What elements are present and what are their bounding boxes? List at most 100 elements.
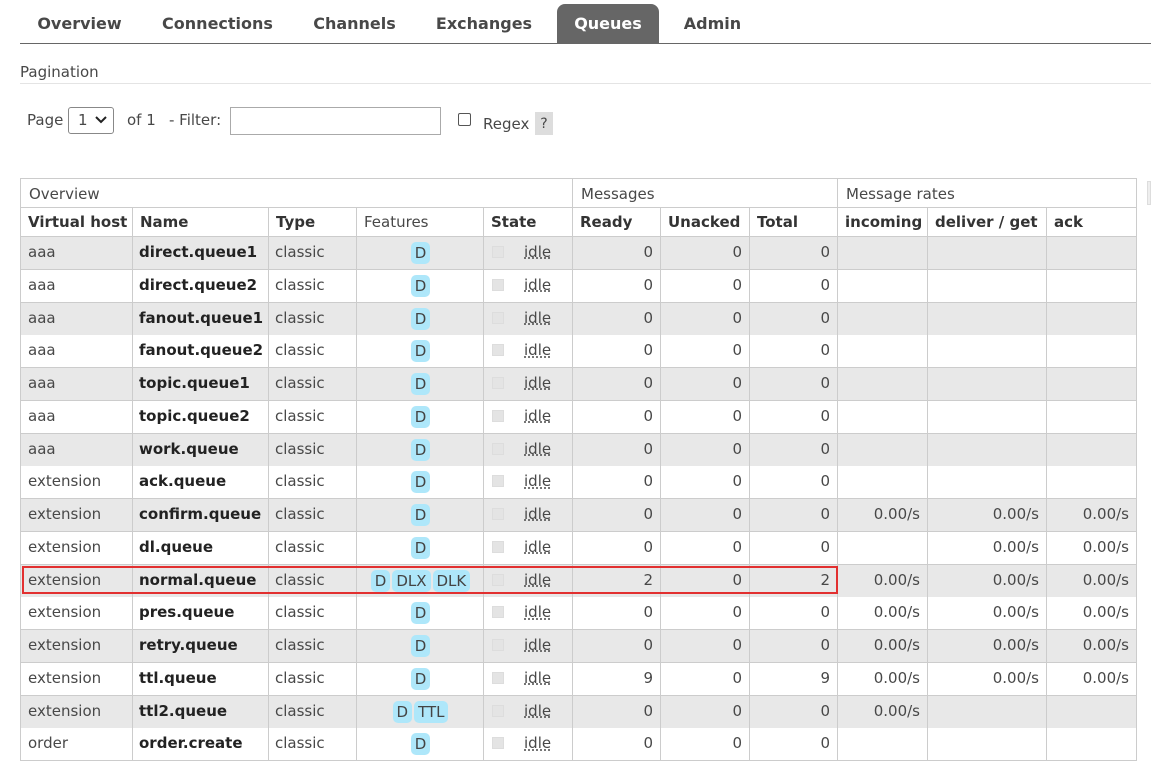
feature-badge[interactable]: D: [410, 504, 431, 526]
cell-state: idle: [484, 695, 573, 729]
cell-virtual-host: aaa: [20, 368, 133, 401]
chevron-down-icon: [95, 109, 107, 135]
feature-badges: D: [357, 373, 483, 395]
cell-ack-rate: [1047, 368, 1137, 401]
cell-state: idle: [484, 531, 573, 565]
cell-virtual-host: extension: [20, 597, 133, 631]
cell-virtual-host: aaa: [20, 335, 133, 369]
cell-type: classic: [269, 695, 357, 729]
cell-ready: 0: [573, 630, 661, 663]
page-label: Page: [27, 111, 64, 129]
column-header-incoming[interactable]: incoming: [838, 208, 928, 237]
cell-deliver-get-rate: 0.00/s: [928, 662, 1047, 696]
queue-name-link[interactable]: topic.queue1: [133, 368, 269, 401]
feature-badge[interactable]: D: [410, 340, 431, 363]
cell-type: classic: [269, 237, 357, 270]
queue-name-link[interactable]: dl.queue: [133, 531, 269, 565]
cell-deliver-get-rate: 0.00/s: [928, 630, 1047, 663]
cell-ack-rate: 0.00/s: [1047, 597, 1137, 631]
column-header-name[interactable]: Name: [133, 208, 269, 237]
cell-state: idle: [484, 335, 573, 369]
tab-exchanges[interactable]: Exchanges: [419, 4, 549, 43]
cell-type: classic: [269, 630, 357, 663]
pagination-section-title[interactable]: Pagination: [20, 63, 99, 81]
cell-virtual-host: extension: [20, 662, 133, 696]
cell-total: 0: [750, 466, 838, 500]
cell-ready: 0: [573, 433, 661, 467]
column-header-state[interactable]: State: [484, 208, 573, 237]
queue-name-link[interactable]: topic.queue2: [133, 400, 269, 434]
queue-name-link[interactable]: normal.queue: [133, 564, 269, 598]
tab-admin[interactable]: Admin: [668, 4, 757, 43]
feature-badge[interactable]: D: [410, 733, 431, 756]
feature-badge[interactable]: D: [410, 635, 431, 657]
queue-name-link[interactable]: ttl2.queue: [133, 695, 269, 729]
feature-badge[interactable]: D: [410, 405, 431, 428]
tab-connections[interactable]: Connections: [147, 4, 288, 43]
feature-badge[interactable]: D: [410, 471, 431, 494]
state-label: idle: [524, 243, 552, 261]
queue-name-link[interactable]: retry.queue: [133, 630, 269, 663]
cell-virtual-host: extension: [20, 630, 133, 663]
column-header-ack[interactable]: ack: [1047, 208, 1137, 237]
regex-checkbox[interactable]: [458, 113, 471, 126]
cell-total: 0: [750, 499, 838, 532]
cell-incoming-rate: 0.00/s: [838, 630, 928, 663]
queue-name-link[interactable]: pres.queue: [133, 597, 269, 631]
filter-input[interactable]: [230, 107, 441, 135]
cell-unacked: 0: [661, 630, 750, 663]
state-label: idle: [524, 734, 552, 753]
feature-badge[interactable]: D: [410, 536, 431, 559]
column-header-features: Features: [357, 208, 484, 237]
state-label: idle: [524, 505, 552, 523]
state-indicator-icon: [492, 737, 504, 750]
feature-badge[interactable]: D: [410, 667, 431, 690]
queue-name-link[interactable]: direct.queue2: [133, 269, 269, 303]
state-indicator-icon: [492, 606, 504, 619]
feature-badge[interactable]: D: [410, 438, 431, 461]
column-header-ready[interactable]: Ready: [573, 208, 661, 237]
regex-help-button[interactable]: ?: [535, 112, 553, 135]
feature-badge[interactable]: DLX: [392, 569, 431, 592]
queue-name-link[interactable]: ack.queue: [133, 466, 269, 500]
tab-queues[interactable]: Queues: [557, 4, 659, 43]
cell-deliver-get-rate: [928, 368, 1047, 401]
queue-name-link[interactable]: direct.queue1: [133, 237, 269, 270]
feature-badge[interactable]: D: [410, 602, 431, 625]
queue-name-link[interactable]: order.create: [133, 728, 269, 761]
cell-unacked: 0: [661, 269, 750, 303]
column-header-total[interactable]: Total: [750, 208, 838, 237]
cell-ready: 0: [573, 531, 661, 565]
cell-total: 0: [750, 400, 838, 434]
column-header-deliver-get[interactable]: deliver / get: [928, 208, 1047, 237]
queue-name-link[interactable]: fanout.queue1: [133, 302, 269, 336]
cell-state: idle: [484, 597, 573, 631]
feature-badge[interactable]: D: [410, 373, 431, 395]
feature-badge[interactable]: D: [410, 274, 431, 297]
page-select[interactable]: 1: [68, 107, 114, 134]
queue-name-link[interactable]: ttl.queue: [133, 662, 269, 696]
column-header-virtual-host[interactable]: Virtual host: [20, 208, 133, 237]
cell-features: D: [357, 302, 484, 336]
feature-badge[interactable]: D: [370, 569, 391, 592]
tab-channels[interactable]: Channels: [298, 4, 411, 43]
cell-state: idle: [484, 728, 573, 761]
cell-ack-rate: [1047, 237, 1137, 270]
queue-name-link[interactable]: fanout.queue2: [133, 335, 269, 369]
tab-overview[interactable]: Overview: [20, 4, 139, 43]
column-header-type[interactable]: Type: [269, 208, 357, 237]
column-options-toggle[interactable]: [1147, 181, 1151, 205]
cell-type: classic: [269, 499, 357, 532]
cell-features: D: [357, 400, 484, 434]
queue-name-link[interactable]: confirm.queue: [133, 499, 269, 532]
cell-virtual-host: extension: [20, 499, 133, 532]
feature-badge[interactable]: D: [410, 307, 431, 330]
feature-badge[interactable]: TTL: [414, 700, 449, 723]
filter-label: - Filter:: [169, 111, 222, 129]
cell-incoming-rate: [838, 269, 928, 303]
queue-name-link[interactable]: work.queue: [133, 433, 269, 467]
column-header-unacked[interactable]: Unacked: [661, 208, 750, 237]
feature-badge[interactable]: D: [392, 700, 413, 723]
feature-badge[interactable]: DLK: [432, 569, 471, 592]
feature-badge[interactable]: D: [410, 242, 431, 264]
